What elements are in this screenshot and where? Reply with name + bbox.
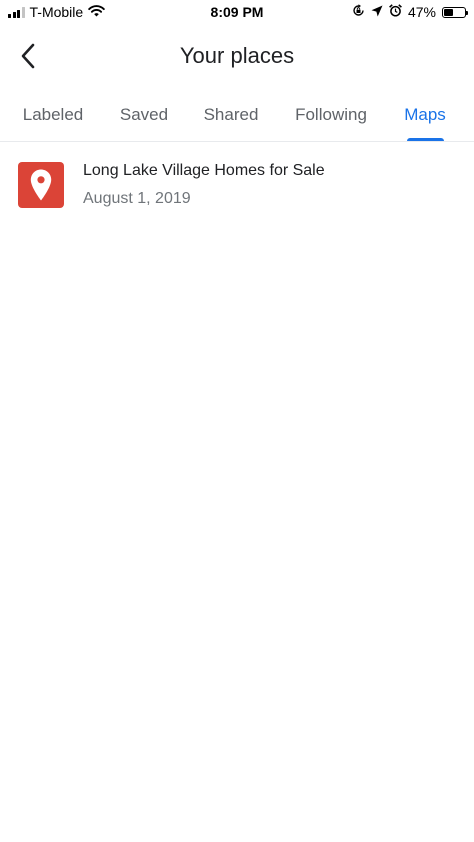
battery-icon [442,6,468,18]
tab-label: Labeled [22,105,84,124]
location-arrow-icon [371,4,383,20]
tab-bar: Labeled Saved Shared Following Maps [0,96,474,142]
tab-label: Shared [203,105,259,124]
page-title: Your places [179,43,295,68]
tab-label: Maps [404,105,446,124]
tab-labeled[interactable]: Labeled [16,96,90,141]
list-item[interactable]: Long Lake Village Homes for Sale August … [0,142,474,218]
tab-shared[interactable]: Shared [198,96,264,141]
tab-saved[interactable]: Saved [112,96,176,141]
status-bar: T-Mobile 8:09 PM 47% [0,0,474,24]
status-right: 47% [352,4,468,20]
screen-lock-rotation-icon [352,4,365,20]
alarm-icon [389,4,402,20]
map-date: August 1, 2019 [83,190,191,207]
map-pin-icon [30,169,52,201]
battery-percent: 47% [407,4,436,20]
active-tab-indicator [407,138,444,141]
tab-maps[interactable]: Maps [400,96,450,141]
your-places-screen: T-Mobile 8:09 PM 47% Your places Labeled… [0,0,474,842]
map-thumbnail [18,162,64,208]
maps-list: Long Lake Village Homes for Sale August … [0,142,474,218]
map-title: Long Lake Village Homes for Sale [83,162,325,179]
tab-label: Saved [119,105,169,124]
tab-label: Following [295,105,367,124]
battery-fill [444,8,453,16]
tab-following[interactable]: Following [288,96,374,141]
app-header: Your places [0,30,474,82]
